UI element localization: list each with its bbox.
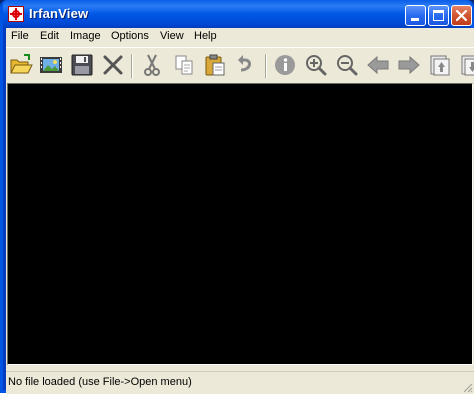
previous-button[interactable] [365, 52, 391, 78]
first-file-button[interactable] [427, 52, 453, 78]
last-file-button[interactable] [458, 52, 474, 78]
next-button[interactable] [396, 52, 422, 78]
save-icon [71, 54, 93, 76]
save-button[interactable] [69, 52, 95, 78]
menu-help[interactable]: Help [194, 30, 217, 42]
menu-options[interactable]: Options [111, 30, 149, 42]
irfanview-app-icon[interactable] [8, 6, 24, 22]
menu-image[interactable]: Image [70, 30, 101, 42]
info-button[interactable] [272, 52, 298, 78]
previous-arrow-icon [367, 55, 389, 75]
client-area: File Edit Image Options View Help No fil… [6, 28, 474, 394]
window-frame: IrfanView File Edit Image Options View H… [0, 0, 474, 394]
cut-icon [144, 54, 160, 76]
close-icon [455, 9, 468, 22]
copy-button[interactable] [171, 52, 197, 78]
zoom-out-icon [337, 55, 358, 76]
close-button[interactable] [451, 5, 472, 26]
title-bar[interactable]: IrfanView [3, 0, 474, 28]
toolbar-separator [131, 54, 133, 78]
delete-icon [103, 55, 123, 75]
open-folder-icon [10, 54, 33, 74]
maximize-icon [433, 10, 444, 21]
delete-button[interactable] [100, 52, 126, 78]
irfanview-window: IrfanView File Edit Image Options View H… [0, 0, 474, 394]
maximize-button[interactable] [428, 5, 449, 26]
zoom-in-button[interactable] [303, 52, 329, 78]
first-file-icon [430, 55, 450, 76]
last-file-icon [461, 55, 474, 76]
toolbar-separator [265, 54, 267, 78]
slideshow-button[interactable] [38, 52, 64, 78]
minimize-icon [411, 18, 419, 21]
undo-icon [238, 55, 251, 72]
slideshow-icon [40, 57, 62, 73]
status-text: No file loaded (use File->Open menu) [8, 376, 192, 388]
paste-icon [205, 54, 225, 76]
undo-button[interactable] [233, 52, 259, 78]
paste-button[interactable] [202, 52, 228, 78]
toolbar [6, 47, 474, 82]
image-viewer-area[interactable] [7, 83, 473, 365]
menu-edit[interactable]: Edit [40, 30, 59, 42]
menu-view[interactable]: View [160, 30, 184, 42]
window-title: IrfanView [29, 6, 89, 21]
cut-button[interactable] [139, 52, 165, 78]
status-bar: No file loaded (use File->Open menu) [6, 371, 474, 394]
resize-grip-icon[interactable] [461, 381, 473, 393]
next-arrow-icon [398, 55, 420, 75]
open-button[interactable] [8, 52, 34, 78]
zoom-out-button[interactable] [334, 52, 360, 78]
minimize-button[interactable] [405, 5, 426, 26]
info-icon [275, 55, 295, 75]
zoom-in-icon [306, 55, 327, 76]
copy-icon [175, 55, 193, 75]
menu-bar: File Edit Image Options View Help [6, 28, 474, 46]
menu-file[interactable]: File [11, 30, 29, 42]
